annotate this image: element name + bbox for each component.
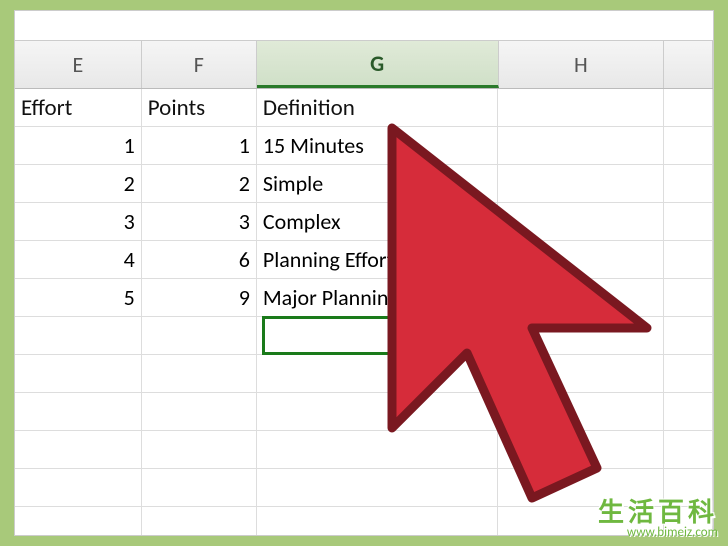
cell[interactable] <box>15 469 142 507</box>
table-row: Effort Points Definition <box>15 89 713 127</box>
table-row <box>15 317 713 355</box>
cell[interactable] <box>664 127 713 165</box>
cell[interactable] <box>15 393 142 431</box>
cell[interactable] <box>15 507 142 536</box>
column-header-G[interactable]: G <box>257 41 499 88</box>
cell[interactable] <box>664 203 713 241</box>
cell[interactable] <box>498 279 664 317</box>
cell[interactable] <box>257 355 499 393</box>
cell[interactable]: 3 <box>15 203 142 241</box>
table-row: 2 2 Simple <box>15 165 713 203</box>
table-row: 4 6 Planning Effort <box>15 241 713 279</box>
cell[interactable] <box>498 127 664 165</box>
cell[interactable]: 4 <box>15 241 142 279</box>
cell[interactable]: Effort <box>15 89 142 127</box>
cell[interactable] <box>257 431 499 469</box>
column-header-H[interactable]: H <box>499 41 665 88</box>
cell[interactable] <box>664 317 713 355</box>
cell[interactable] <box>15 355 142 393</box>
cell[interactable] <box>664 279 713 317</box>
cell[interactable]: Complex <box>257 203 499 241</box>
cell[interactable] <box>498 393 664 431</box>
cell[interactable]: 1 <box>15 127 142 165</box>
cell[interactable]: 5 <box>15 279 142 317</box>
table-row: 1 1 15 Minutes <box>15 127 713 165</box>
cell[interactable]: 15 Minutes <box>257 127 499 165</box>
cell[interactable] <box>498 241 664 279</box>
cell[interactable] <box>498 431 664 469</box>
cell[interactable] <box>498 165 664 203</box>
cell[interactable]: 2 <box>15 165 142 203</box>
cell[interactable] <box>142 469 257 507</box>
watermark-title: 生活百科 <box>598 492 718 529</box>
cell[interactable] <box>15 317 142 355</box>
cell[interactable] <box>498 89 664 127</box>
cell[interactable] <box>664 355 713 393</box>
column-headers: E F G H <box>15 41 713 89</box>
table-row <box>15 355 713 393</box>
cell[interactable] <box>142 431 257 469</box>
cell[interactable] <box>142 355 257 393</box>
cell[interactable] <box>15 431 142 469</box>
cell[interactable]: Points <box>142 89 257 127</box>
cell[interactable] <box>257 393 499 431</box>
cell[interactable]: Simple <box>257 165 499 203</box>
column-header-F[interactable]: F <box>142 41 257 88</box>
cell[interactable]: Definition <box>257 89 499 127</box>
cell[interactable]: Planning Effort <box>257 241 499 279</box>
cell[interactable] <box>498 203 664 241</box>
watermark: 生活百科 www.bimeiz.com <box>598 492 718 540</box>
cell[interactable] <box>664 431 713 469</box>
table-row <box>15 431 713 469</box>
table-row: 5 9 Major Planning Effort <box>15 279 713 317</box>
cell[interactable] <box>142 317 257 355</box>
cell[interactable]: Major Planning Effort <box>257 279 499 317</box>
cell[interactable]: 6 <box>142 241 257 279</box>
cell[interactable] <box>257 469 499 507</box>
cell[interactable]: 2 <box>142 165 257 203</box>
cell[interactable] <box>142 507 257 536</box>
cell[interactable]: 1 <box>142 127 257 165</box>
spreadsheet-grid[interactable]: Effort Points Definition 1 1 15 Minutes … <box>15 89 713 536</box>
table-row <box>15 393 713 431</box>
column-header-E[interactable]: E <box>15 41 142 88</box>
cell[interactable] <box>498 317 664 355</box>
cell[interactable] <box>257 507 499 536</box>
column-header-edge <box>664 41 713 88</box>
cell[interactable] <box>664 165 713 203</box>
cell[interactable]: 9 <box>142 279 257 317</box>
table-row: 3 3 Complex <box>15 203 713 241</box>
cell[interactable]: 3 <box>142 203 257 241</box>
cell[interactable] <box>664 393 713 431</box>
spreadsheet-window: E F G H Effort Points Definition 1 1 15 … <box>14 10 714 536</box>
cell[interactable] <box>498 355 664 393</box>
cell[interactable] <box>664 241 713 279</box>
cell[interactable] <box>142 393 257 431</box>
cell[interactable] <box>257 317 499 355</box>
cell[interactable] <box>664 89 713 127</box>
formula-bar-area <box>15 11 713 41</box>
